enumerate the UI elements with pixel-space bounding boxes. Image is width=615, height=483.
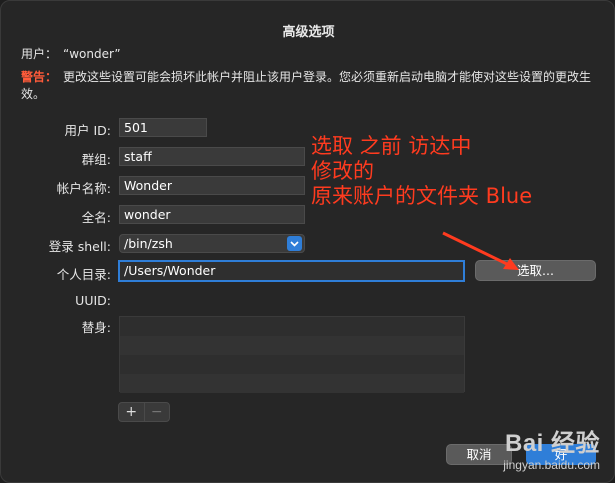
add-alias-button[interactable]: + xyxy=(119,403,144,421)
list-item xyxy=(120,374,464,393)
alias-add-remove-control: + − xyxy=(118,402,170,422)
annotation-line-3: 原来账户的文件夹 Blue xyxy=(311,184,533,208)
warning-message: 警告： 更改这些设置可能会损坏此帐户并阻止该用户登录。您必须重新启动电脑才能使对这… xyxy=(21,69,601,103)
chevron-updown-icon xyxy=(287,236,302,251)
remove-alias-button[interactable]: − xyxy=(143,403,170,421)
group-field[interactable]: staff xyxy=(119,147,305,166)
red-arrow-icon xyxy=(442,231,519,270)
annotation-line-2: 修改的 xyxy=(311,159,374,183)
red-annotation-text: 选取 之前 访达中 修改的 原来账户的文件夹 Blue xyxy=(311,134,532,209)
user-id-field[interactable]: 501 xyxy=(119,118,207,137)
annotation-line-1: 选取 之前 访达中 xyxy=(311,134,472,158)
user-value: “wonder” xyxy=(63,47,121,61)
aliases-label: 替身: xyxy=(81,320,111,335)
user-id-label: 用户 ID: xyxy=(64,123,112,138)
list-item xyxy=(120,336,464,355)
list-item xyxy=(120,355,464,374)
user-line: 用户： “wonder” xyxy=(21,45,121,62)
baidu-watermark: Bai 经验 jingyan.baidu.com xyxy=(503,423,600,472)
user-label: 用户： xyxy=(21,47,58,61)
dialog-title: 高级选项 xyxy=(282,25,335,40)
full-name-label: 全名: xyxy=(81,210,111,225)
full-name-field[interactable]: wonder xyxy=(119,205,305,224)
account-name-label: 帐户名称: xyxy=(56,181,111,196)
warning-label: 警告： xyxy=(21,70,58,84)
home-dir-label: 个人目录: xyxy=(56,267,111,282)
uuid-label: UUID: xyxy=(75,293,111,308)
home-dir-field[interactable]: /Users/Wonder xyxy=(118,260,465,282)
group-label: 群组: xyxy=(81,152,111,167)
advanced-options-dialog: 高级选项 用户： “wonder” 警告： 更改这些设置可能会损坏此帐户并阻止该用户… xyxy=(0,0,615,483)
account-name-field[interactable]: Wonder xyxy=(119,176,305,195)
watermark-brand: Bai 经验 xyxy=(504,430,600,457)
aliases-list[interactable] xyxy=(119,316,465,393)
warning-text: 更改这些设置可能会损坏此帐户并阻止该用户登录。您必须重新启动电脑才能使对这些设置… xyxy=(21,70,592,101)
list-item xyxy=(120,317,464,336)
login-shell-label: 登录 shell: xyxy=(48,239,111,254)
login-shell-value: /bin/zsh xyxy=(124,236,173,251)
login-shell-select[interactable]: /bin/zsh xyxy=(119,234,305,253)
watermark-url: jingyan.baidu.com xyxy=(503,458,600,472)
